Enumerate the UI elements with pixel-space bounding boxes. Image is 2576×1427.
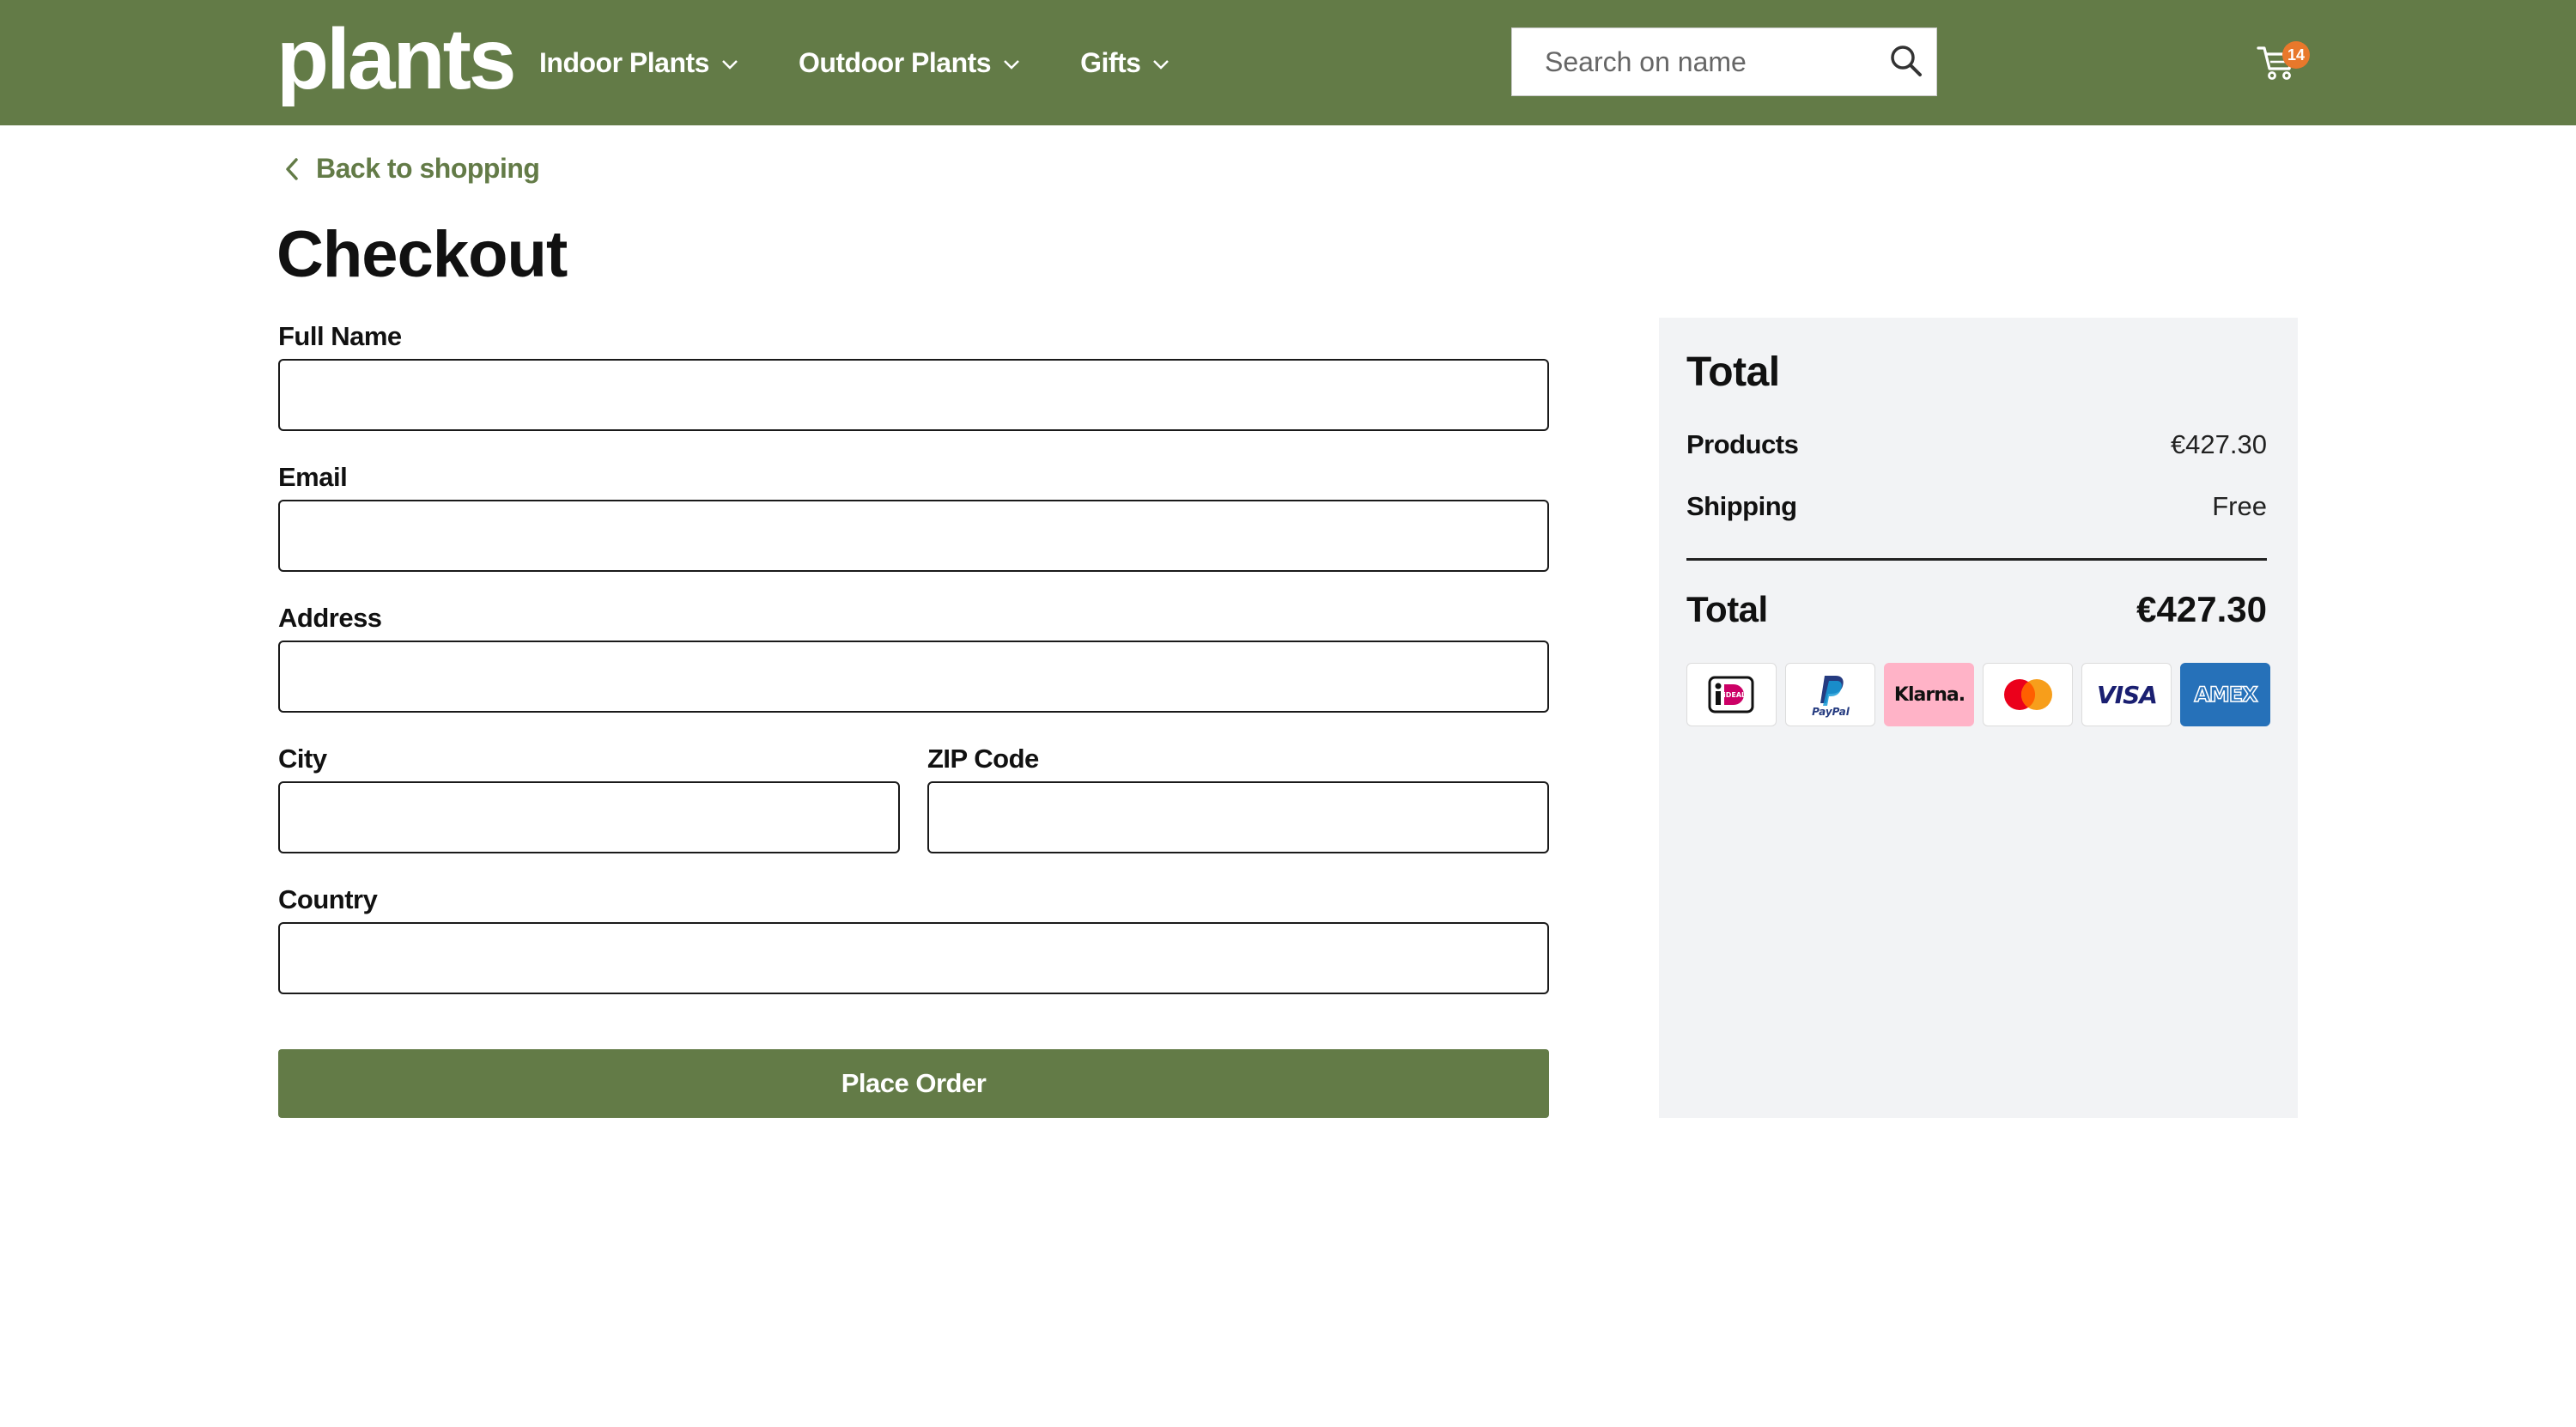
total-row: Total €427.30 — [1686, 589, 2267, 630]
chevron-down-icon — [1004, 60, 1019, 70]
order-summary-panel: Total Products €427.30 Shipping Free Tot… — [1659, 318, 2298, 1118]
email-label: Email — [278, 462, 348, 492]
payment-methods: iDEAL PayPal Klarna. VISA AMEX — [1686, 663, 2270, 726]
products-value: €427.30 — [2170, 429, 2267, 459]
zip-code-label: ZIP Code — [927, 744, 1039, 774]
amex-icon: AMEX — [2180, 663, 2270, 726]
total-label: Total — [1686, 589, 1768, 629]
address-label: Address — [278, 603, 382, 633]
nav-label: Gifts — [1080, 46, 1141, 78]
back-link-label: Back to shopping — [316, 153, 540, 184]
main-nav: Indoor Plants Outdoor Plants Gifts — [539, 41, 1171, 84]
search-box — [1511, 27, 1937, 96]
nav-outdoor-plants[interactable]: Outdoor Plants — [799, 41, 1022, 84]
full-name-field[interactable] — [278, 359, 1549, 431]
klarna-icon: Klarna. — [1884, 663, 1974, 726]
svg-text:AMEX: AMEX — [2194, 683, 2258, 707]
page-title: Checkout — [276, 218, 568, 291]
summary-title: Total — [1686, 349, 1780, 395]
address-field[interactable] — [278, 641, 1549, 713]
svg-text:PayPal: PayPal — [1812, 706, 1850, 718]
svg-text:VISA: VISA — [2097, 681, 2157, 709]
svg-text:Klarna.: Klarna. — [1893, 684, 1964, 706]
place-order-button[interactable]: Place Order — [278, 1049, 1549, 1118]
email-field[interactable] — [278, 500, 1549, 572]
plants-logo[interactable]: plants — [276, 12, 516, 106]
country-label: Country — [278, 884, 378, 914]
shipping-row: Shipping Free — [1686, 491, 2267, 522]
products-label: Products — [1686, 429, 1799, 459]
back-to-shopping-link[interactable]: Back to shopping — [283, 153, 540, 185]
visa-icon: VISA — [2081, 663, 2172, 726]
chevron-down-icon — [1153, 60, 1170, 70]
mastercard-icon — [1983, 663, 2073, 726]
total-value: €427.30 — [2136, 589, 2267, 629]
zip-code-field[interactable] — [927, 781, 1549, 853]
summary-divider — [1686, 558, 2267, 561]
nav-label: Outdoor Plants — [798, 46, 992, 78]
search-input[interactable] — [1512, 28, 1873, 95]
nav-indoor-plants[interactable]: Indoor Plants — [539, 41, 740, 84]
nav-label: Indoor Plants — [539, 46, 709, 78]
chevron-left-icon — [286, 157, 298, 180]
nav-gifts[interactable]: Gifts — [1080, 41, 1171, 84]
site-header: plants Indoor Plants Outdoor Plants Gift… — [0, 0, 2576, 125]
full-name-label: Full Name — [278, 321, 402, 351]
svg-text:iDEAL: iDEAL — [1723, 691, 1746, 699]
paypal-icon: PayPal — [1785, 663, 1875, 726]
shipping-value: Free — [2212, 491, 2267, 521]
cart-count-badge: 14 — [2282, 41, 2310, 69]
search-icon[interactable] — [1887, 42, 1925, 80]
city-label: City — [278, 744, 327, 774]
ideal-icon: iDEAL — [1686, 663, 1777, 726]
country-field[interactable] — [278, 922, 1549, 994]
chevron-down-icon — [722, 60, 738, 70]
products-row: Products €427.30 — [1686, 429, 2267, 460]
shipping-label: Shipping — [1686, 491, 1797, 521]
city-field[interactable] — [278, 781, 900, 853]
